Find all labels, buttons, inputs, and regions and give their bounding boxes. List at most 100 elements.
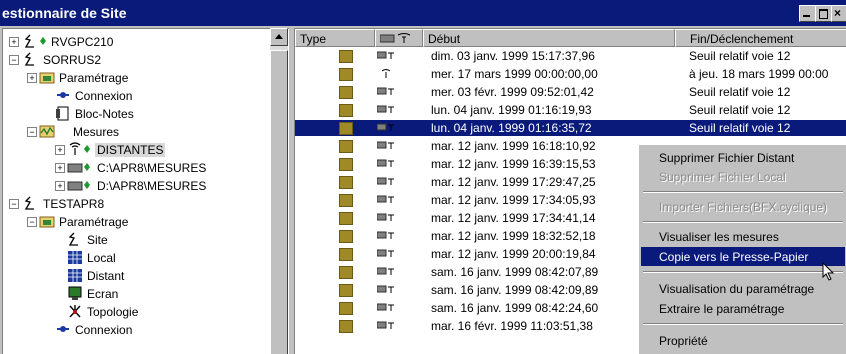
tree-node-label: Paramétrage	[59, 71, 129, 85]
measure-type-icon	[339, 68, 353, 81]
topology-icon	[69, 305, 81, 318]
tree-node-label: Bloc-Notes	[75, 107, 134, 121]
site-tree[interactable]: + RVGPC210 − SORRUS2 + Paramétrage Conne…	[2, 28, 289, 354]
table-row[interactable]: lun. 04 janv. 1999 01:16:19,93 Seuil rela…	[295, 102, 846, 118]
collapse-icon[interactable]: −	[27, 217, 37, 227]
tree-node-topologie[interactable]: Topologie	[53, 303, 253, 321]
menu-item-label: Propriété	[659, 334, 708, 348]
cell-debut: mer. 17 mars 1999 00:00:00,00	[431, 67, 598, 81]
tree-node-testapr8[interactable]: − TESTAPR8	[7, 195, 267, 213]
measure-type-icon	[339, 122, 353, 135]
site-icon	[24, 52, 34, 66]
table-row[interactable]: lun. 04 janv. 1999 01:16:35,72 Seuil rela…	[295, 120, 846, 136]
green-status-icon	[84, 145, 90, 153]
tree-node-distant[interactable]: Distant	[53, 267, 253, 285]
tree-node-rvgpc210[interactable]: + RVGPC210	[7, 33, 267, 51]
tree-scrollbar[interactable]	[270, 28, 288, 354]
cell-debut: mar. 16 févr. 1999 11:03:51,38	[431, 319, 593, 333]
scroll-up-icon[interactable]	[270, 28, 288, 46]
tree-node-label: Local	[87, 251, 116, 265]
minimize-button[interactable]	[799, 5, 816, 22]
tree-node-label: Site	[87, 233, 108, 247]
close-button[interactable]: ×	[831, 5, 846, 22]
notebook-icon	[56, 106, 69, 121]
source-icon	[377, 303, 394, 311]
tree-node-label: C:\APR8\MESURES	[97, 161, 207, 175]
source-icon	[377, 177, 394, 185]
tree-node-sorrus2[interactable]: − SORRUS2	[7, 51, 267, 69]
tree-node-parametrage[interactable]: + Paramétrage	[25, 69, 265, 87]
menu-item-copie-presse-papier[interactable]: Copie vers le Presse-Papier	[641, 247, 845, 266]
tree-node-label: DISTANTES	[95, 143, 166, 157]
tree-node-connexion[interactable]: Connexion	[39, 87, 259, 105]
tree-node-distantes[interactable]: + DISTANTES	[53, 141, 263, 159]
menu-item-propriete[interactable]: Propriété	[641, 331, 845, 350]
tree-node-local[interactable]: Local	[53, 249, 253, 267]
cell-fin: Seuil relatif voie 12	[689, 103, 791, 117]
column-header-source[interactable]	[375, 29, 423, 47]
tree-node-label: Distant	[87, 269, 125, 283]
measure-type-icon	[339, 140, 353, 153]
menu-item-visualiser[interactable]: Visualiser les mesures	[641, 227, 845, 246]
source-icon	[377, 285, 394, 293]
cell-debut: sam. 16 janv. 1999 08:42:07,89	[431, 265, 599, 279]
source-header-icon	[380, 33, 411, 43]
drive-icon	[67, 163, 83, 173]
column-header-fin[interactable]: Fin/Déclenchement	[675, 29, 846, 47]
menu-item-extraire-parametrage[interactable]: Extraire le paramétrage	[641, 299, 845, 318]
tree-node-mesures[interactable]: − Mesures	[25, 123, 265, 141]
source-icon	[377, 195, 394, 203]
connexion-icon	[57, 326, 69, 332]
menu-item-importer[interactable]: Importer Fichiers(BFX.cyclique)	[641, 197, 845, 216]
tree-node-c-mesures[interactable]: + C:\APR8\MESURES	[53, 159, 263, 177]
window-title: estionnaire de Site	[2, 5, 127, 21]
minimize-icon	[803, 15, 810, 17]
site-icon	[24, 34, 34, 48]
expand-icon[interactable]: +	[55, 181, 65, 191]
tree-node-parametrage-2[interactable]: − Paramétrage	[25, 213, 265, 231]
menu-item-supprimer-distant[interactable]: Supprimer Fichier Distant	[641, 148, 845, 167]
tree-node-bloc-notes[interactable]: Bloc-Notes	[39, 105, 259, 123]
table-row[interactable]: dim. 03 janv. 1999 15:17:37,96 Seuil rela…	[295, 48, 846, 64]
column-header-type[interactable]: Type	[295, 29, 375, 47]
expand-icon[interactable]: +	[27, 73, 37, 83]
tree-node-ecran[interactable]: Ecran	[53, 285, 253, 303]
tree-node-label: RVGPC210	[51, 35, 114, 49]
cell-debut: mar. 12 janv. 1999 16:18:10,92	[431, 139, 596, 153]
cell-debut: mer. 03 févr. 1999 09:52:01,42	[431, 85, 594, 99]
folder-icon	[39, 216, 55, 228]
source-icon	[377, 213, 394, 221]
green-status-icon	[84, 163, 90, 171]
collapse-icon[interactable]: −	[9, 199, 19, 209]
scroll-thumb[interactable]	[270, 50, 288, 354]
maximize-button[interactable]	[815, 5, 832, 22]
measure-type-icon	[339, 248, 353, 261]
expand-icon[interactable]: +	[55, 163, 65, 173]
tree-node-d-mesures[interactable]: + D:\APR8\MESURES	[53, 177, 263, 195]
site-icon	[24, 196, 34, 210]
expand-icon[interactable]: +	[55, 145, 65, 155]
column-header-label: Début	[428, 32, 461, 46]
tree-node-label: Ecran	[87, 287, 119, 301]
collapse-icon[interactable]: −	[9, 55, 19, 65]
maximize-icon	[819, 9, 828, 19]
menu-item-visualisation-parametrage[interactable]: Visualisation du paramétrage	[641, 279, 845, 298]
table-row[interactable]: mer. 03 févr. 1999 09:52:01,42 Seuil rela…	[295, 84, 846, 100]
measure-type-icon	[339, 284, 353, 297]
tree-node-label: TESTAPR8	[43, 197, 105, 211]
collapse-icon[interactable]: −	[27, 127, 37, 137]
source-icon	[377, 321, 394, 329]
tree-node-site[interactable]: Site	[53, 231, 253, 249]
cell-debut: lun. 04 janv. 1999 01:16:35,72	[431, 121, 592, 135]
table-row[interactable]: mer. 17 mars 1999 00:00:00,00 à jeu. 18 m…	[295, 66, 846, 82]
tree-node-label: SORRUS2	[43, 53, 102, 67]
menu-item-supprimer-local[interactable]: Supprimer Fichier Local	[641, 167, 845, 186]
folder-icon	[39, 72, 55, 84]
column-header-debut[interactable]: Début	[423, 29, 675, 47]
cell-debut: mar. 12 janv. 1999 17:29:47,25	[431, 175, 596, 189]
measure-type-icon	[339, 320, 353, 333]
antenna-icon	[69, 142, 81, 155]
drive-icon	[67, 181, 83, 191]
tree-node-connexion-2[interactable]: Connexion	[39, 321, 259, 339]
expand-icon[interactable]: +	[9, 37, 19, 47]
